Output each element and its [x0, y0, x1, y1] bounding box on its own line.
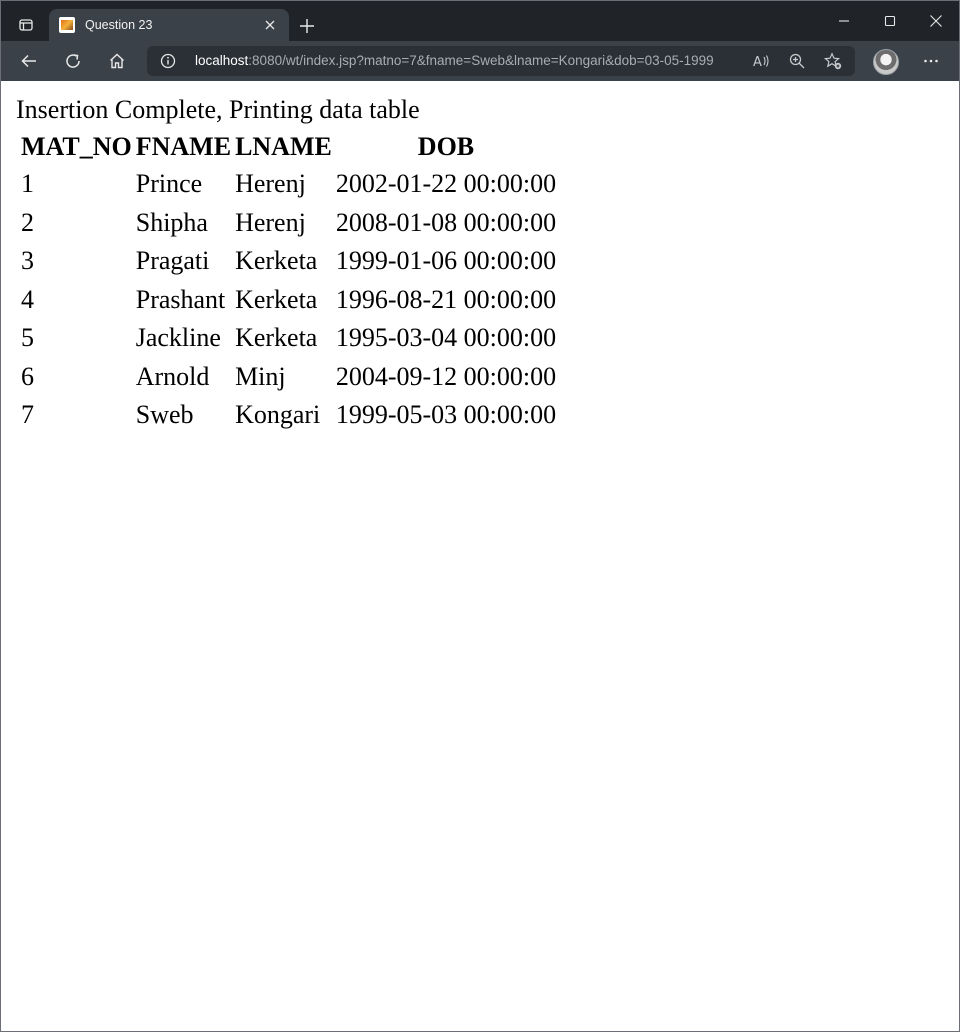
cell-dob: 1999-05-03 00:00:00 [335, 400, 557, 430]
cell-dob: 2008-01-08 00:00:00 [335, 207, 557, 237]
cell-lname: Herenj [235, 207, 306, 237]
cell-mat-no: 2 [21, 207, 34, 237]
tab-title: Question 23 [85, 18, 153, 32]
cell-fname: Shipha [135, 207, 208, 237]
home-button[interactable] [101, 45, 133, 77]
address-path: :8080/wt/index.jsp?matno=7&fname=Sweb&ln… [248, 53, 714, 68]
cell-mat-no: 5 [21, 323, 34, 353]
cell-lname: Kerketa [235, 284, 318, 314]
cell-dob: 2002-01-22 00:00:00 [335, 169, 557, 199]
cell-fname: Sweb [135, 400, 194, 430]
site-info-icon[interactable] [159, 52, 177, 70]
tomcat-favicon-icon [59, 17, 75, 33]
settings-menu-button[interactable] [915, 45, 947, 77]
minimize-icon [839, 20, 849, 22]
read-aloud-icon[interactable]: A [751, 51, 771, 71]
home-icon [110, 53, 124, 69]
table-row: 3 Pragati Kerketa 1999-01-06 00:00:00 [21, 243, 556, 280]
table-row: 4 Prashant Kerketa 1996-08-21 00:00:00 [21, 282, 556, 319]
cell-fname: Jackline [135, 323, 221, 353]
cell-dob: 1996-08-21 00:00:00 [335, 284, 557, 314]
close-icon [930, 15, 942, 27]
refresh-icon [66, 54, 80, 68]
data-table: MAT_NO FNAME LNAME DOB 1 Prince Herenj 2… [17, 128, 560, 436]
refresh-button[interactable] [57, 45, 89, 77]
maximize-button[interactable] [867, 1, 913, 41]
cell-fname: Prince [135, 169, 203, 199]
status-message: Insertion Complete, Printing data table [16, 95, 420, 124]
table-header-row: MAT_NO FNAME LNAME DOB [21, 130, 556, 164]
cell-lname: Minj [235, 361, 286, 391]
cell-mat-no: 6 [21, 361, 34, 391]
more-options-icon [924, 59, 938, 63]
arrow-left-icon [21, 54, 36, 68]
address-host: localhost [195, 53, 249, 68]
close-window-button[interactable] [913, 1, 959, 41]
zoom-icon[interactable] [787, 51, 807, 71]
cell-lname: Kerketa [235, 323, 318, 353]
address-url[interactable]: localhost:8080/wt/index.jsp?matno=7&fnam… [195, 53, 714, 68]
cell-mat-no: 3 [21, 246, 34, 276]
navigation-toolbar: localhost:8080/wt/index.jsp?matno=7&fnam… [1, 41, 959, 81]
page-content: Insertion Complete, Printing data table … [1, 81, 959, 1031]
back-button[interactable] [13, 45, 45, 77]
browser-window: Question 23 localhost:8080/wt/index.jsp?… [0, 0, 960, 1032]
table-row: 7 Sweb Kongari 1999-05-03 00:00:00 [21, 397, 556, 434]
cell-lname: Kerketa [235, 246, 318, 276]
cell-mat-no: 4 [21, 284, 34, 314]
cell-lname: Kongari [235, 400, 321, 430]
cell-dob: 1995-03-04 00:00:00 [335, 323, 557, 353]
cell-lname: Herenj [235, 169, 306, 199]
profile-avatar[interactable] [873, 49, 899, 75]
close-icon [265, 20, 275, 30]
cell-mat-no: 7 [21, 400, 34, 430]
table-row: 2 Shipha Herenj 2008-01-08 00:00:00 [21, 205, 556, 242]
new-tab-button[interactable] [293, 13, 321, 39]
plus-icon [300, 19, 314, 33]
title-bar: Question 23 [1, 1, 959, 41]
table-row: 5 Jackline Kerketa 1995-03-04 00:00:00 [21, 320, 556, 357]
tab-actions-icon [18, 17, 34, 33]
minimize-button[interactable] [821, 1, 867, 41]
table-row: 6 Arnold Minj 2004-09-12 00:00:00 [21, 359, 556, 396]
table-row: 1 Prince Herenj 2002-01-22 00:00:00 [21, 166, 556, 203]
cell-dob: 1999-01-06 00:00:00 [335, 246, 557, 276]
cell-fname: Prashant [135, 284, 226, 314]
maximize-icon [884, 15, 896, 27]
column-header-mat-no: MAT_NO [21, 132, 132, 161]
column-header-fname: FNAME [135, 132, 232, 161]
cell-dob: 2004-09-12 00:00:00 [335, 361, 557, 391]
svg-text:A: A [753, 55, 762, 70]
column-header-lname: LNAME [235, 132, 332, 161]
browser-tab[interactable]: Question 23 [49, 9, 289, 41]
address-bar[interactable]: localhost:8080/wt/index.jsp?matno=7&fnam… [147, 46, 855, 76]
column-header-dob: DOB [417, 132, 475, 161]
cell-fname: Arnold [135, 361, 210, 391]
tab-actions-button[interactable] [9, 9, 43, 41]
tab-close-button[interactable] [259, 14, 281, 36]
favorite-star-icon[interactable] [823, 51, 843, 71]
cell-mat-no: 1 [21, 169, 34, 199]
cell-fname: Pragati [135, 246, 210, 276]
